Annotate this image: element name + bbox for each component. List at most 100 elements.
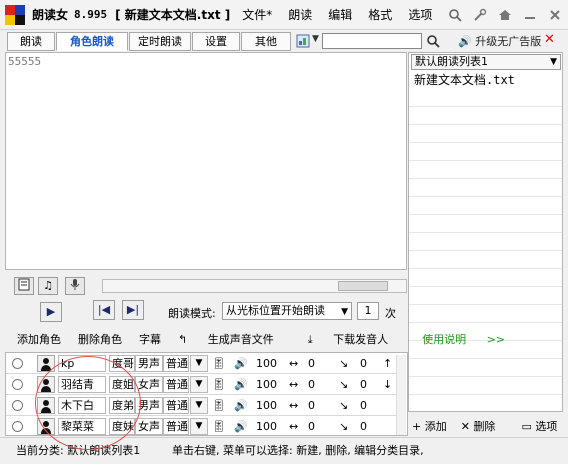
role-name-input[interactable]: kp — [58, 355, 106, 372]
playlist-item[interactable]: 新建文本文档.txt — [414, 71, 515, 88]
role-volume[interactable]: 100 — [256, 418, 277, 435]
role-gender[interactable]: 女声 — [135, 418, 163, 435]
chevron-down-icon[interactable]: ▼ — [190, 397, 208, 414]
tab-read[interactable]: 朗读 — [7, 32, 55, 51]
chevron-down-icon[interactable]: ▼ — [190, 376, 208, 393]
role-speed[interactable]: 0 — [308, 418, 315, 435]
role-gender[interactable]: 男声 — [135, 397, 163, 414]
role-voice[interactable]: 度姐 — [109, 376, 135, 393]
role-name-input[interactable]: 木下白 — [58, 397, 106, 414]
role-radio[interactable] — [12, 421, 23, 432]
read-mode-value: 从光标位置开始朗读 — [226, 304, 325, 317]
text-editor[interactable]: 55555 — [5, 52, 407, 270]
playlist-select[interactable]: 默认朗读列表1 ▼ — [411, 54, 561, 70]
gallery-dropdown-icon[interactable]: ▼ — [312, 34, 319, 44]
role-voice[interactable]: 度哥 — [109, 355, 135, 372]
role-pitch[interactable]: 0 — [360, 355, 367, 372]
role-quality[interactable]: 普通i — [163, 397, 189, 414]
role-voice[interactable]: 度妹 — [109, 418, 135, 435]
playlist-add-button[interactable]: + 添加 — [412, 418, 447, 434]
delete-role-button[interactable]: 删除角色 — [78, 331, 122, 347]
close-ad-icon[interactable]: ✕ — [544, 32, 555, 47]
text-file-icon[interactable] — [14, 277, 34, 295]
menu-options[interactable]: 选项 — [408, 6, 432, 23]
menu-edit[interactable]: 编辑 — [328, 6, 352, 23]
role-volume[interactable]: 100 — [256, 355, 277, 372]
role-radio[interactable] — [12, 400, 23, 411]
menu-read[interactable]: 朗读 — [288, 6, 312, 23]
roles-scrollbar[interactable] — [396, 355, 406, 435]
role-speed[interactable]: 0 — [308, 376, 315, 393]
upgrade-link[interactable]: 🔊 升级无广告版 — [458, 33, 541, 49]
role-volume[interactable]: 100 — [256, 397, 277, 414]
role-quality[interactable]: 普通i — [163, 418, 189, 435]
role-radio[interactable] — [12, 358, 23, 369]
avatar-icon — [37, 376, 55, 393]
role-gender[interactable]: 男声 — [135, 355, 163, 372]
role-pitch[interactable]: 0 — [360, 397, 367, 414]
subtitle-button[interactable]: 字幕 — [139, 331, 161, 347]
previous-button[interactable]: |◀ — [93, 300, 115, 320]
window-controls — [448, 8, 562, 22]
play-button[interactable]: ▶ — [40, 302, 62, 322]
move-up-icon[interactable]: ↑ — [383, 355, 392, 372]
search-button-icon[interactable] — [426, 34, 440, 51]
avatar-icon — [37, 355, 55, 372]
search-icon[interactable] — [448, 8, 462, 22]
role-speed[interactable]: 0 — [308, 355, 315, 372]
chevron-down-icon: ▼ — [550, 57, 557, 67]
repeat-count-input[interactable]: 1 — [357, 302, 379, 320]
chevron-down-icon[interactable]: ▼ — [190, 355, 208, 372]
tab-role-read[interactable]: 角色朗读 — [56, 32, 128, 51]
action-row: 添加角色 删除角色 字幕 ↰ 生成声音文件 ⤓ 下载发音人 使用说明 >> — [17, 331, 522, 347]
role-row: 木下白 度弟 男声 普通i ▼ 🎚 🔊 100 ↔ 0 ↘ 0 — [6, 395, 398, 416]
playlist-delete-button[interactable]: ✕ 删除 — [461, 418, 496, 434]
role-radio[interactable] — [12, 379, 23, 390]
playlist-buttons: + 添加 ✕ 删除 ▭ 选项 — [412, 418, 557, 434]
help-link[interactable]: 使用说明 >> — [422, 331, 505, 347]
chevron-down-icon[interactable]: ▼ — [190, 418, 208, 435]
title-bar: 朗读女 8.995 [ 新建文本文档.txt ] 文件* 朗读 编辑 格式 选项 — [0, 0, 568, 30]
app-logo-icon — [5, 4, 25, 25]
editor-text: 55555 — [8, 55, 42, 68]
voice-tune-icon: 🎚 — [212, 399, 226, 412]
close-window-icon[interactable] — [548, 8, 562, 22]
menu-format[interactable]: 格式 — [368, 6, 392, 23]
generate-audio-button[interactable]: ↰ 生成声音文件 — [178, 331, 291, 347]
menu-file[interactable]: 文件* — [242, 6, 272, 23]
role-name-input[interactable]: 羽结青 — [58, 376, 106, 393]
role-volume[interactable]: 100 — [256, 376, 277, 393]
music-icon[interactable]: ♫ — [38, 277, 58, 295]
tab-timed-read[interactable]: 定时朗读 — [129, 32, 191, 51]
home-icon[interactable] — [498, 8, 512, 22]
next-button[interactable]: ▶| — [122, 300, 144, 320]
progress-scrollbar[interactable] — [102, 279, 407, 293]
speed-icon: ↔ — [289, 378, 299, 391]
read-mode-select[interactable]: 从光标位置开始朗读 ▼ — [222, 302, 352, 320]
role-quality[interactable]: 普通i — [163, 376, 189, 393]
voice-tune-icon: 🎚 — [212, 357, 226, 370]
chevron-down-icon: ▼ — [341, 307, 348, 317]
minimize-icon[interactable] — [523, 8, 537, 22]
tools-icon[interactable] — [473, 8, 487, 22]
document-title: [ 新建文本文档.txt ] — [115, 8, 231, 22]
search-input[interactable] — [322, 33, 422, 49]
add-role-button[interactable]: 添加角色 — [17, 331, 61, 347]
role-pitch[interactable]: 0 — [360, 418, 367, 435]
role-quality[interactable]: 普通i — [163, 355, 189, 372]
tab-other[interactable]: 其他 — [241, 32, 291, 51]
role-voice[interactable]: 度弟 — [109, 397, 135, 414]
microphone-icon[interactable] — [65, 277, 85, 295]
role-speed[interactable]: 0 — [308, 397, 315, 414]
role-name-input[interactable]: 黎菜菜 — [58, 418, 106, 435]
download-voice-button[interactable]: ⤓ 下载发音人 — [308, 331, 405, 347]
role-gender[interactable]: 女声 — [135, 376, 163, 393]
scroll-thumb[interactable] — [338, 281, 388, 291]
tab-bar: 朗读 角色朗读 定时朗读 设置 其他 ▼ 🔊 升级无广告版 ✕ — [0, 30, 568, 52]
playlist-options-button[interactable]: ▭ 选项 — [521, 418, 557, 434]
move-down-icon[interactable]: ↓ — [383, 376, 392, 393]
playlist-options-label: 选项 — [535, 420, 558, 433]
gallery-icon[interactable] — [296, 34, 310, 48]
tab-settings[interactable]: 设置 — [192, 32, 240, 51]
role-pitch[interactable]: 0 — [360, 376, 367, 393]
